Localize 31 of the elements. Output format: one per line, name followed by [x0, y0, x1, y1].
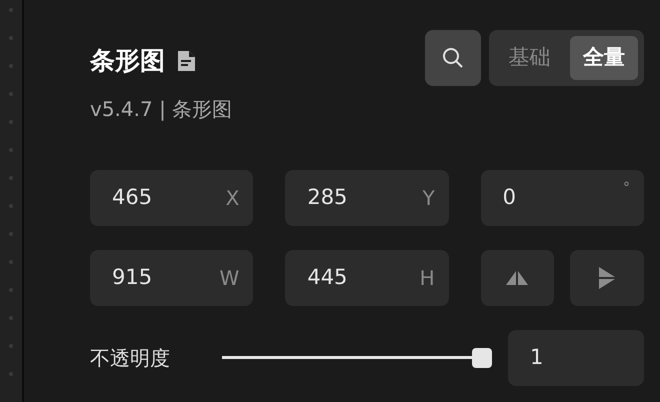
field-value: 0: [502, 184, 516, 211]
mode-tab[interactable]: 基础: [495, 36, 564, 80]
search-button[interactable]: [425, 30, 481, 86]
panel-title: 条形图: [90, 45, 165, 77]
document-icon: [177, 50, 195, 71]
search-icon: [441, 46, 465, 70]
field-value: 465: [112, 184, 152, 211]
opacity-label: 不透明度: [90, 344, 171, 372]
field-unit: X: [226, 184, 240, 212]
field-value: 285: [307, 184, 348, 211]
mode-tab[interactable]: 全量: [570, 36, 638, 80]
opacity-input[interactable]: 1: [508, 330, 644, 386]
input-field[interactable]: 445 H: [285, 250, 449, 306]
input-field[interactable]: 0 °: [480, 170, 644, 226]
field-unit: Y: [422, 184, 435, 212]
version-text: v5.4.7 | 条形图: [90, 96, 232, 123]
slider-thumb[interactable]: [472, 348, 492, 368]
field-unit: W: [220, 264, 240, 292]
field-unit: °: [622, 178, 630, 198]
input-field[interactable]: 285 Y: [285, 170, 449, 226]
opacity-value: 1: [530, 344, 544, 371]
field-value: 445: [307, 264, 348, 291]
flip-vertical-icon: [599, 266, 616, 288]
flip-horizontal-button[interactable]: [480, 250, 554, 306]
field-unit: H: [420, 264, 435, 292]
opacity-slider[interactable]: [222, 348, 492, 368]
input-field[interactable]: 465 X: [90, 170, 254, 226]
field-value: 915: [112, 264, 152, 291]
flip-horizontal-icon: [505, 270, 530, 284]
input-field[interactable]: 915 W: [90, 250, 254, 306]
flip-vertical-button[interactable]: [570, 250, 644, 306]
